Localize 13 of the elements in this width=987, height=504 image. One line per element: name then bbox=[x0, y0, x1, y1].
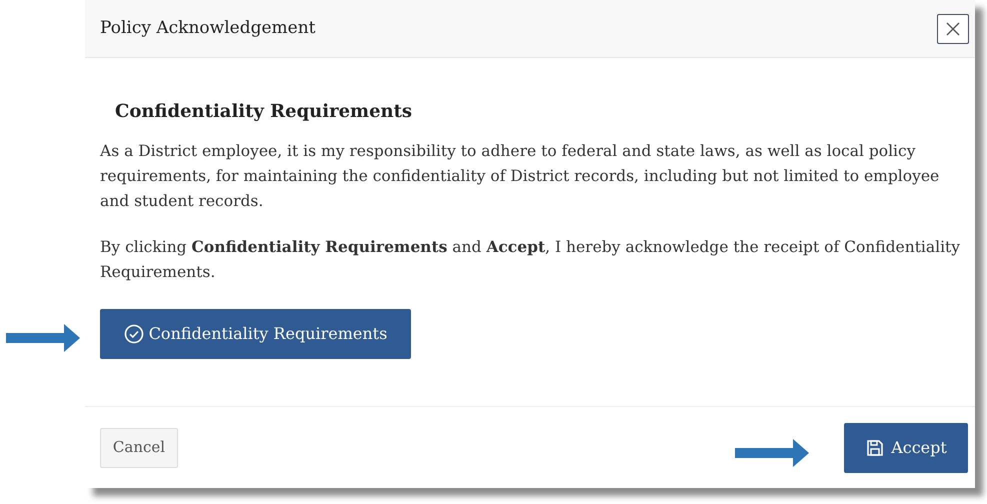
close-icon bbox=[945, 20, 961, 36]
close-button[interactable] bbox=[937, 14, 969, 44]
cancel-button[interactable]: Cancel bbox=[100, 428, 178, 468]
check-circle-icon bbox=[124, 324, 144, 344]
arrow-icon bbox=[735, 439, 809, 467]
save-icon bbox=[865, 438, 886, 458]
body-paragraph: By clicking Confidentiality Requirements and Accept, I hereby acknowledge the receipt of Confidentiality Requirements. bbox=[100, 236, 962, 283]
accept-button[interactable]: Accept bbox=[844, 422, 968, 472]
arrow-icon bbox=[6, 324, 80, 352]
dialog-title: Policy Acknowledgement bbox=[100, 16, 316, 40]
section-heading: Confidentiality Requirements bbox=[114, 100, 414, 124]
document-button[interactable]: Confidentiality Requirements bbox=[100, 309, 411, 359]
body-paragraph: As a District employee, it is my responsibility to adhere to federal and state laws, as well as local policy requirements, for maintaining the confidentiality of District records, including but not limited to employee and student records. bbox=[100, 141, 940, 212]
